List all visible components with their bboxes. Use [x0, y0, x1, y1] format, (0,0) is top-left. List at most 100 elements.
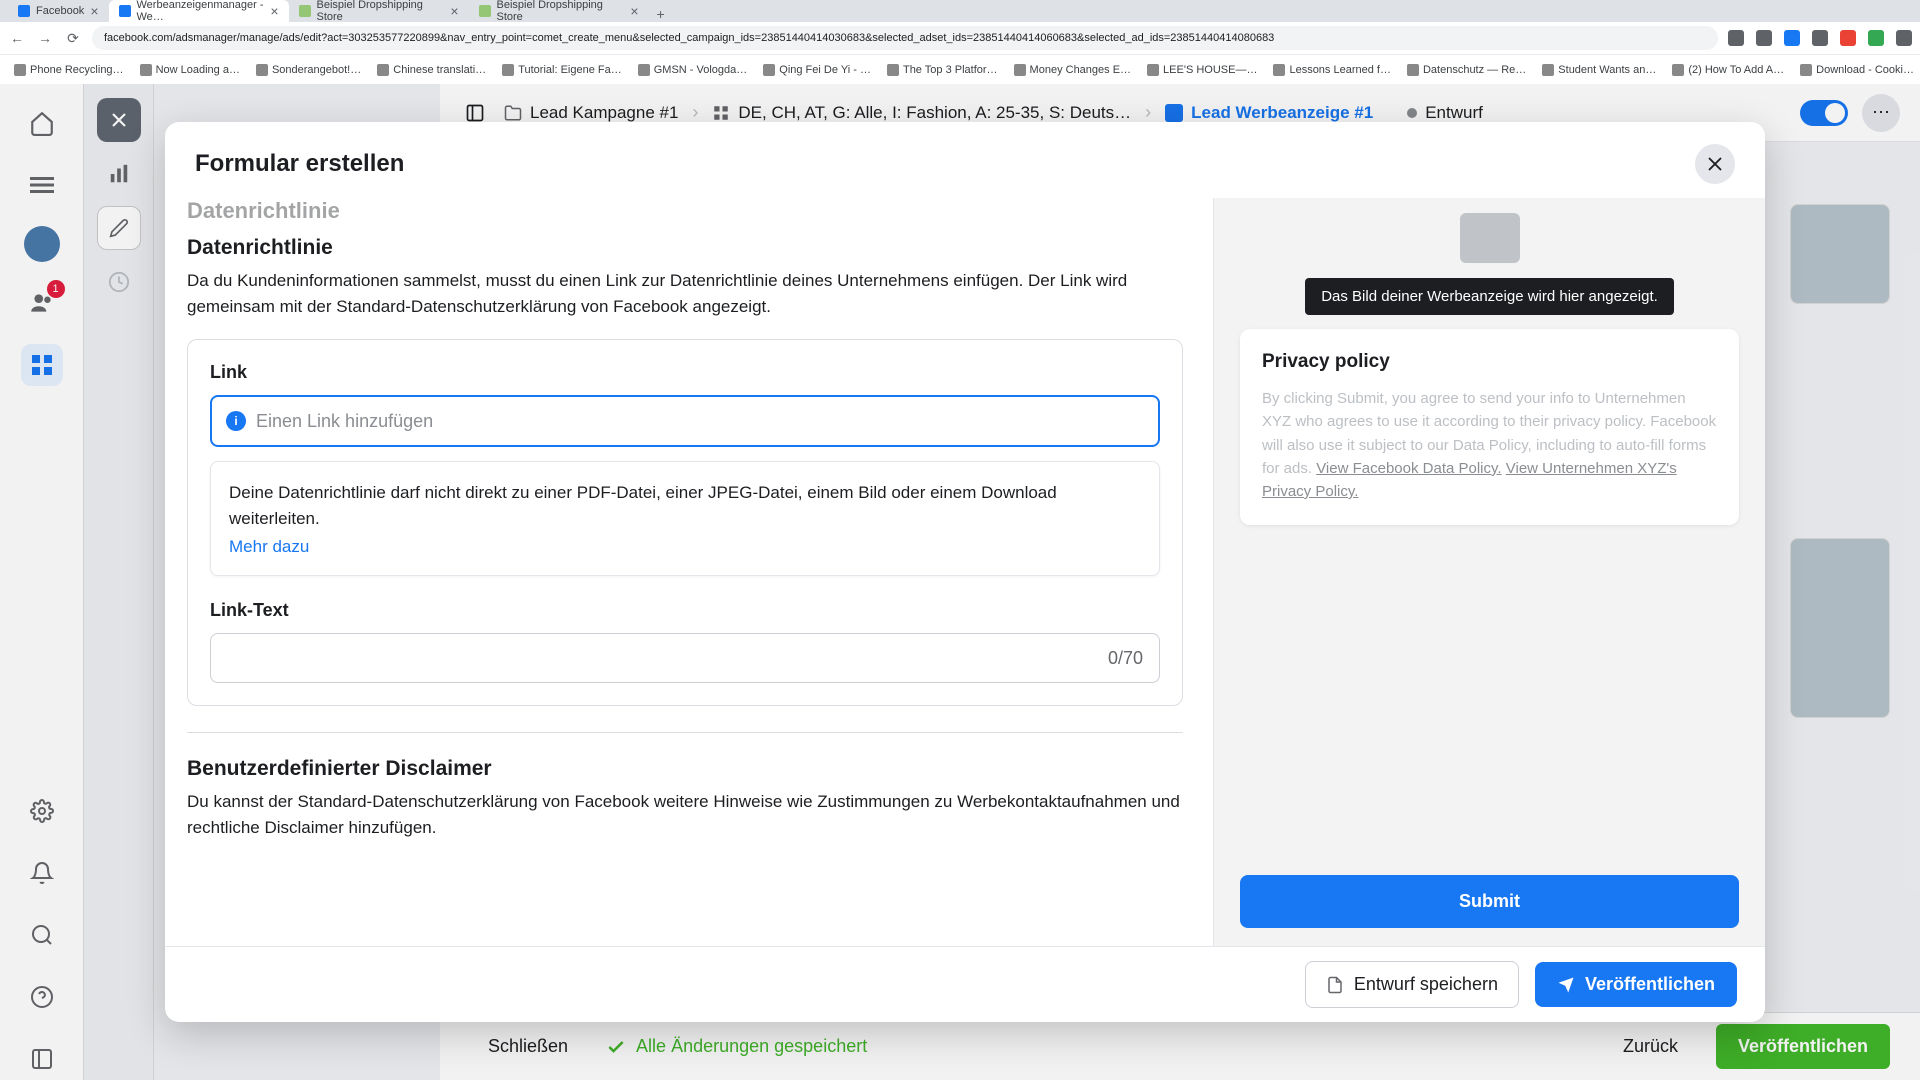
bookmark-label: Phone Recycling… — [30, 64, 124, 76]
form-panel[interactable]: Datenrichtlinie Datenrichtlinie Da du Ku… — [165, 198, 1213, 946]
close-icon[interactable]: × — [270, 3, 278, 19]
browser-tab[interactable]: Beispiel Dropshipping Store × — [469, 0, 649, 22]
browser-tab[interactable]: Beispiel Dropshipping Store × — [289, 0, 469, 22]
close-icon[interactable]: × — [630, 3, 638, 19]
ext-icon[interactable] — [1728, 30, 1744, 46]
close-icon[interactable]: × — [90, 3, 98, 19]
file-icon — [1326, 976, 1344, 994]
ext-icon[interactable] — [1840, 30, 1856, 46]
preview-paragraph: By clicking Submit, you agree to send yo… — [1262, 387, 1717, 503]
bookmark[interactable]: The Top 3 Platfor… — [881, 64, 1004, 76]
modal-body: Datenrichtlinie Datenrichtlinie Da du Ku… — [165, 198, 1765, 946]
modal-footer: Entwurf speichern Veröffentlichen — [165, 946, 1765, 1022]
bookmark-bar: Phone Recycling… Now Loading a… Sonderan… — [0, 54, 1920, 84]
tab-label: Beispiel Dropshipping Store — [317, 0, 445, 23]
bookmark[interactable]: Student Wants an… — [1536, 64, 1662, 76]
favicon-icon — [479, 5, 491, 17]
learn-more-link[interactable]: Mehr dazu — [229, 537, 309, 557]
bookmark-label: Download - Cooki… — [1816, 64, 1914, 76]
privacy-policy-heading: Datenrichtlinie — [187, 236, 1183, 260]
bookmark[interactable]: Tutorial: Eigene Fa… — [496, 64, 628, 76]
bookmark[interactable]: GMSN - Vologda… — [632, 64, 754, 76]
save-draft-label: Entwurf speichern — [1354, 974, 1498, 995]
bookmark-icon — [1672, 64, 1684, 76]
bookmark[interactable]: Qing Fei De Yi - … — [757, 64, 877, 76]
bookmark-icon — [14, 64, 26, 76]
link-input-wrapper[interactable]: i — [210, 395, 1160, 447]
app-area: 1 — [0, 84, 1920, 1080]
tab-label: Beispiel Dropshipping Store — [497, 0, 625, 23]
save-draft-button[interactable]: Entwurf speichern — [1305, 961, 1519, 1008]
close-icon — [1706, 155, 1724, 173]
url-input[interactable]: facebook.com/adsmanager/manage/ads/edit?… — [92, 26, 1718, 50]
create-form-modal: Formular erstellen Datenrichtlinie Daten… — [165, 122, 1765, 1022]
disclaimer-help: Du kannst der Standard-Datenschutzerklär… — [187, 789, 1183, 840]
modal-close-button[interactable] — [1695, 144, 1735, 184]
browser-tab[interactable]: Werbeanzeigenmanager - We… × — [109, 0, 289, 22]
bookmark[interactable]: LEE'S HOUSE—… — [1141, 64, 1263, 76]
bookmark[interactable]: Phone Recycling… — [8, 64, 130, 76]
bookmark-icon — [763, 64, 775, 76]
bookmark[interactable]: Money Changes E… — [1008, 64, 1138, 76]
profile-icon[interactable] — [1896, 30, 1912, 46]
bookmark-label: Chinese translati… — [393, 64, 486, 76]
preview-image-area — [1214, 198, 1765, 278]
modal-title: Formular erstellen — [195, 150, 404, 178]
forward-icon[interactable]: → — [36, 30, 54, 46]
bookmark-icon — [1147, 64, 1159, 76]
char-counter: 0/70 — [1108, 648, 1143, 669]
link-text-input[interactable] — [227, 648, 1108, 668]
section-divider — [187, 732, 1183, 733]
bookmark[interactable]: Lessons Learned f… — [1267, 64, 1397, 76]
url-bar-row: ← → ⟳ facebook.com/adsmanager/manage/ads… — [0, 22, 1920, 54]
bookmark[interactable]: Chinese translati… — [371, 64, 492, 76]
bookmark-icon — [1407, 64, 1419, 76]
bookmark-label: Tutorial: Eigene Fa… — [518, 64, 622, 76]
linktext-input-wrapper[interactable]: 0/70 — [210, 633, 1160, 683]
privacy-policy-help: Da du Kundeninformationen sammelst, muss… — [187, 268, 1183, 319]
bookmark-icon — [1273, 64, 1285, 76]
preview-card-title: Privacy policy — [1262, 351, 1717, 373]
favicon-icon — [119, 5, 131, 17]
bookmark[interactable]: (2) How To Add A… — [1666, 64, 1790, 76]
bookmark-label: Sonderangebot!… — [272, 64, 361, 76]
bookmark-label: LEE'S HOUSE—… — [1163, 64, 1257, 76]
section-heading-cut: Datenrichtlinie — [187, 198, 1183, 224]
bookmark-icon — [638, 64, 650, 76]
bookmark-label: Now Loading a… — [156, 64, 240, 76]
bookmark-icon — [377, 64, 389, 76]
ext-icon[interactable] — [1756, 30, 1772, 46]
browser-tab[interactable]: Facebook× — [8, 0, 109, 22]
info-icon: i — [226, 411, 246, 431]
close-icon[interactable]: × — [450, 3, 458, 19]
browser-chrome: Facebook× Werbeanzeigenmanager - We… × Be… — [0, 0, 1920, 84]
ext-icon[interactable] — [1784, 30, 1800, 46]
bookmark[interactable]: Datenschutz — Re… — [1401, 64, 1532, 76]
bookmark-icon — [140, 64, 152, 76]
publish-label: Veröffentlichen — [1585, 974, 1715, 995]
bookmark-label: Lessons Learned f… — [1289, 64, 1391, 76]
link-note-box: Deine Datenrichtlinie darf nicht direkt … — [210, 461, 1160, 576]
bookmark-label: GMSN - Vologda… — [654, 64, 748, 76]
url-text: facebook.com/adsmanager/manage/ads/edit?… — [104, 32, 1274, 44]
back-icon[interactable]: ← — [8, 30, 26, 46]
bookmark-icon — [1800, 64, 1812, 76]
ext-icon[interactable] — [1812, 30, 1828, 46]
preview-privacy-card: Privacy policy By clicking Submit, you a… — [1240, 329, 1739, 525]
publish-form-button[interactable]: Veröffentlichen — [1535, 962, 1737, 1007]
bookmark-icon — [502, 64, 514, 76]
bookmark[interactable]: Now Loading a… — [134, 64, 246, 76]
privacy-link-input[interactable] — [256, 411, 1144, 432]
reload-icon[interactable]: ⟳ — [64, 30, 82, 47]
bookmark-label: Student Wants an… — [1558, 64, 1656, 76]
tab-label: Werbeanzeigenmanager - We… — [137, 0, 265, 23]
disclaimer-heading: Benutzerdefinierter Disclaimer — [187, 757, 1183, 781]
bookmark-label: Money Changes E… — [1030, 64, 1132, 76]
ext-icon[interactable] — [1868, 30, 1884, 46]
bookmark[interactable]: Download - Cooki… — [1794, 64, 1920, 76]
bookmark[interactable]: Sonderangebot!… — [250, 64, 367, 76]
preview-fb-policy-link[interactable]: View Facebook Data Policy. — [1316, 460, 1501, 477]
preview-submit-button[interactable]: Submit — [1240, 875, 1739, 928]
new-tab-button[interactable]: + — [649, 6, 673, 22]
bookmark-icon — [1542, 64, 1554, 76]
